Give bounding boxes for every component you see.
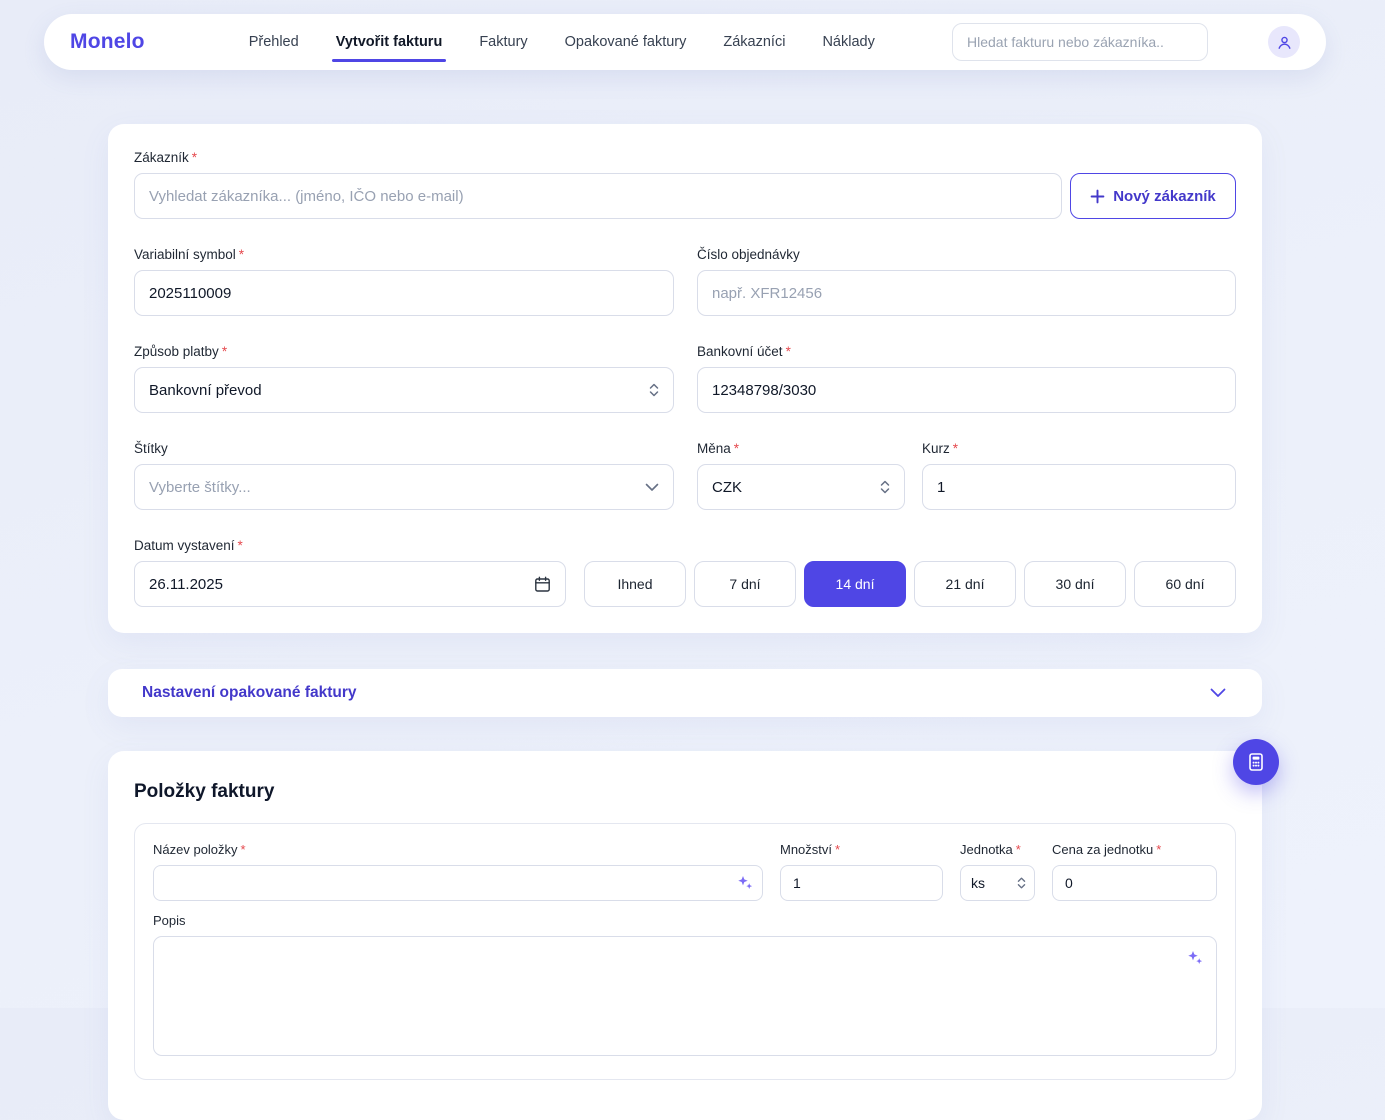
due-option-14-dni[interactable]: 14 dní [804,561,906,607]
bank-account-field: Bankovní účet* [697,344,1236,413]
chevron-down-icon [645,483,659,492]
issue-date-field: Datum vystavení* 26.11.2025 Ihned 7 dní … [134,538,1236,607]
chevron-down-icon [1210,688,1226,698]
currency-select[interactable]: CZK [697,464,905,510]
tags-label: Štítky [134,441,674,456]
avatar-button[interactable] [1268,26,1300,58]
currency-field: Měna* CZK [697,441,905,510]
item-quantity-label: Množství* [780,842,943,857]
bank-account-input[interactable] [697,367,1236,413]
nav-item-opakovane-faktury[interactable]: Opakované faktury [565,14,687,70]
calendar-icon[interactable] [534,576,551,593]
nav-item-naklady[interactable]: Náklady [822,14,874,70]
tags-field: Štítky Vyberte štítky... [134,441,674,510]
due-option-30-dni[interactable]: 30 dní [1024,561,1126,607]
issue-date-label: Datum vystavení* [134,538,1236,553]
order-number-label: Číslo objednávky [697,247,1236,262]
invoice-form-card: Zákazník* Nový zákazník Variabilní symbo… [108,124,1262,633]
invoice-item-row: Název položky* Množství* Jednotka* [134,823,1236,1080]
required-asterisk: * [835,842,840,857]
item-unit-price-field: Cena za jednotku* [1052,842,1217,901]
due-option-ihned[interactable]: Ihned [584,561,686,607]
item-description-field: Popis [153,913,1217,1061]
recurring-settings-toggle[interactable]: Nastavení opakované faktury [108,669,1262,717]
item-name-label: Název položky* [153,842,763,857]
item-unit-field: Jednotka* ks [960,842,1035,901]
ai-sparkle-icon[interactable] [737,875,753,891]
chevron-updown-icon [880,479,890,495]
due-option-21-dni[interactable]: 21 dní [914,561,1016,607]
nav-item-prehled[interactable]: Přehled [249,14,299,70]
payment-method-field: Způsob platby* Bankovní převod [134,344,674,413]
item-quantity-input[interactable] [780,865,943,901]
exchange-rate-field: Kurz* [922,441,1236,510]
bank-account-label: Bankovní účet* [697,344,1236,359]
plus-icon [1090,189,1105,204]
page-content: Zákazník* Nový zákazník Variabilní symbo… [108,124,1262,1120]
variable-symbol-field: Variabilní symbol* [134,247,674,316]
required-asterisk: * [734,441,739,456]
item-unit-label: Jednotka* [960,842,1035,857]
customer-field: Zákazník* Nový zákazník [134,150,1236,219]
required-asterisk: * [222,344,227,359]
recurring-settings-title: Nastavení opakované faktury [142,684,357,702]
customer-label: Zákazník* [134,150,1236,165]
chevron-updown-icon [649,382,659,398]
new-customer-button[interactable]: Nový zákazník [1070,173,1236,219]
required-asterisk: * [192,150,197,165]
required-asterisk: * [241,842,246,857]
required-asterisk: * [238,538,243,553]
tags-placeholder: Vyberte štítky... [149,479,251,496]
payment-method-label: Způsob platby* [134,344,674,359]
due-option-7-dni[interactable]: 7 dní [694,561,796,607]
issue-date-value: 26.11.2025 [149,576,223,593]
item-unit-value: ks [971,875,985,891]
items-section-title: Položky faktury [134,781,1236,803]
calculator-fab-button[interactable] [1233,739,1279,785]
ai-sparkle-icon[interactable] [1187,950,1203,966]
order-number-input[interactable] [697,270,1236,316]
app-logo[interactable]: Monelo [70,30,145,54]
chevron-updown-icon [1017,876,1026,890]
required-asterisk: * [1156,842,1161,857]
item-description-textarea[interactable] [153,936,1217,1056]
exchange-rate-input[interactable] [922,464,1236,510]
item-unit-price-input[interactable] [1052,865,1217,901]
currency-label: Měna* [697,441,905,456]
item-unit-price-label: Cena za jednotku* [1052,842,1217,857]
variable-symbol-label: Variabilní symbol* [134,247,674,262]
required-asterisk: * [239,247,244,262]
due-option-60-dni[interactable]: 60 dní [1134,561,1236,607]
nav-item-faktury[interactable]: Faktury [479,14,527,70]
nav-item-vytvorit-fakturu[interactable]: Vytvořit fakturu [336,14,443,70]
required-asterisk: * [1016,842,1021,857]
order-number-field: Číslo objednávky [697,247,1236,316]
global-search-input[interactable] [952,23,1208,61]
main-nav: Přehled Vytvořit fakturu Faktury Opakova… [249,14,875,70]
item-name-input[interactable] [153,865,763,901]
item-quantity-field: Množství* [780,842,943,901]
item-name-field: Název položky* [153,842,763,901]
exchange-rate-label: Kurz* [922,441,1236,456]
tags-select[interactable]: Vyberte štítky... [134,464,674,510]
item-description-label: Popis [153,913,1217,928]
top-navbar: Monelo Přehled Vytvořit fakturu Faktury … [44,14,1326,70]
variable-symbol-input[interactable] [134,270,674,316]
new-customer-label: Nový zákazník [1113,188,1216,205]
customer-search-input[interactable] [134,173,1062,219]
payment-method-select[interactable]: Bankovní převod [134,367,674,413]
currency-value: CZK [712,479,742,496]
due-options-group: Ihned 7 dní 14 dní 21 dní 30 dní 60 dní [584,561,1236,607]
required-asterisk: * [786,344,791,359]
user-icon [1276,34,1293,51]
nav-item-zakaznici[interactable]: Zákazníci [723,14,785,70]
required-asterisk: * [953,441,958,456]
invoice-items-card: Položky faktury Název položky* Množství* [108,751,1262,1120]
item-unit-select[interactable]: ks [960,865,1035,901]
calculator-icon [1246,752,1266,772]
payment-method-value: Bankovní převod [149,382,262,399]
issue-date-input[interactable]: 26.11.2025 [134,561,566,607]
